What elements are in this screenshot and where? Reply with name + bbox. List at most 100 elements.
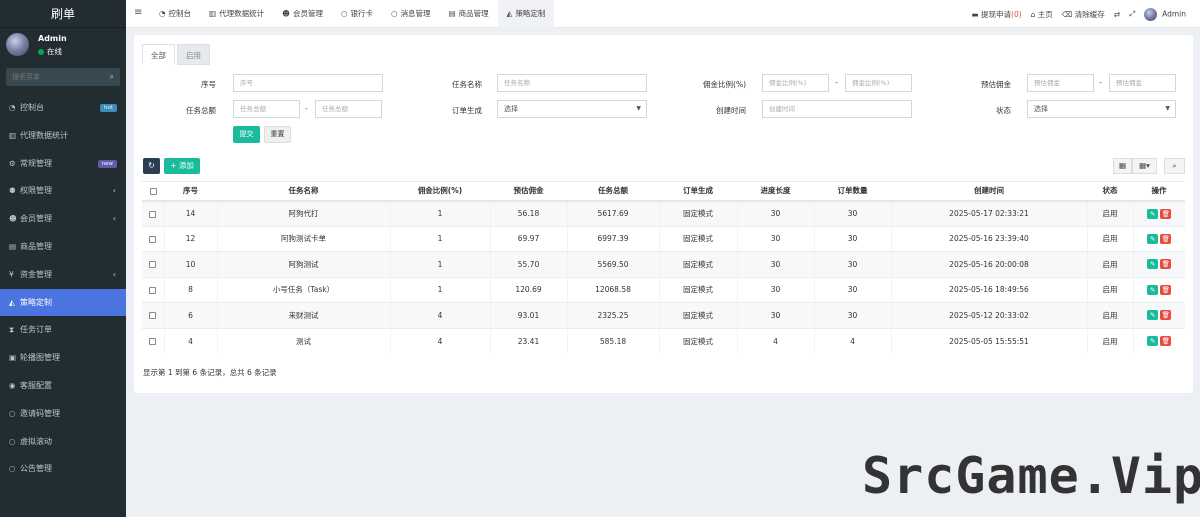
sidebar-item-task-orders[interactable]: ⧗ 任务订单 xyxy=(0,316,126,344)
status-select[interactable]: 选择 ▼ xyxy=(1027,100,1176,118)
cell-status[interactable]: 启用 xyxy=(1086,251,1133,277)
sidebar-item-virtual-scroll[interactable]: ○ 虚拟滚动 xyxy=(0,428,126,456)
col-created[interactable]: 创建时间 xyxy=(891,181,1087,202)
est-max-field[interactable]: 预估佣金 xyxy=(1109,74,1176,92)
col-task-name[interactable]: 任务名称 xyxy=(217,181,390,202)
row-checkbox[interactable] xyxy=(142,302,164,328)
cell-status[interactable]: 启用 xyxy=(1086,276,1133,303)
sidebar-item-support[interactable]: ◉ 客服配置 xyxy=(0,372,126,400)
tab-enabled[interactable]: 启用 xyxy=(177,44,210,65)
ratio-min-field[interactable]: 佣金比例(%) xyxy=(762,74,829,92)
avatar xyxy=(6,33,29,56)
table-header-row: 序号 任务名称 佣金比例(%) 预估佣金 任务总额 订单生成 进度长度 订单数量… xyxy=(142,181,1185,202)
col-ratio[interactable]: 佣金比例(%) xyxy=(390,181,490,202)
edit-button[interactable]: ✎ xyxy=(1147,310,1159,321)
delete-button[interactable]: 🗑 xyxy=(1160,284,1172,295)
select-all-checkbox[interactable] xyxy=(142,181,164,202)
delete-button[interactable]: 🗑 xyxy=(1160,208,1172,219)
tab-products[interactable]: ▤ 商品管理 xyxy=(440,0,498,28)
columns-toggle-button[interactable]: ▦▾ xyxy=(1132,158,1157,174)
home-link[interactable]: ⌂ 主页 xyxy=(1031,9,1053,20)
withdraw-count: (0) xyxy=(1011,9,1022,19)
edit-button[interactable]: ✎ xyxy=(1147,233,1159,244)
cell-ratio: 1 xyxy=(389,251,490,277)
table-search-button[interactable]: ⌕ xyxy=(1164,158,1185,174)
sidebar-item-products[interactable]: ▤ 商品管理 xyxy=(0,233,126,261)
tab-all[interactable]: 全部 xyxy=(142,44,175,65)
menu-toggle-icon[interactable]: ≡ xyxy=(134,7,142,18)
total-max-field[interactable]: 任务总额 xyxy=(315,100,382,118)
row-checkbox[interactable] xyxy=(142,225,164,252)
sidebar-item-funds[interactable]: ¥ 资金管理 ‹ xyxy=(0,261,126,289)
reset-button[interactable]: 重置 xyxy=(264,126,291,143)
total-min-field[interactable]: 任务总额 xyxy=(233,100,300,118)
tab-bank-cards[interactable]: ○ 银行卡 xyxy=(332,0,382,28)
user-menu[interactable]: Admin xyxy=(1144,7,1186,21)
clear-cache-link[interactable]: ⌫ 清除缓存 xyxy=(1062,9,1105,20)
sidebar-item-members[interactable]: ☻ 会员管理 ‹ xyxy=(0,205,126,233)
col-id[interactable]: 序号 xyxy=(164,181,217,202)
col-progress[interactable]: 进度长度 xyxy=(737,181,814,202)
row-checkbox[interactable] xyxy=(142,200,164,226)
col-order-gen[interactable]: 订单生成 xyxy=(659,181,737,202)
cell-status[interactable]: 启用 xyxy=(1086,225,1133,252)
est-min-field[interactable]: 预估佣金 xyxy=(1027,74,1094,92)
cell-mode[interactable]: 固定模式 xyxy=(658,225,737,252)
content-panel: 全部 启用 序号 序号 任务名称 任务名称 佣金比例(%) 佣金比例(%) - … xyxy=(134,35,1193,393)
sidebar-item-agent-stats[interactable]: ▥ 代理数据统计 xyxy=(0,122,126,150)
cell-status[interactable]: 启用 xyxy=(1086,327,1133,354)
table-view-button[interactable]: ▦ xyxy=(1113,158,1132,174)
created-field[interactable]: 创建时间 xyxy=(762,100,912,118)
delete-button[interactable]: 🗑 xyxy=(1160,259,1172,270)
row-checkbox[interactable] xyxy=(142,327,164,354)
order-gen-select[interactable]: 选择 ▼ xyxy=(497,100,647,118)
fullscreen-icon[interactable]: ⤢ xyxy=(1129,9,1135,19)
cell-mode[interactable]: 固定模式 xyxy=(658,200,737,226)
add-button[interactable]: + 添加 xyxy=(164,158,200,174)
sidebar-item-strategy[interactable]: ◭ 策略定制 xyxy=(0,288,126,317)
sidebar-item-carousel[interactable]: ▣ 轮播图管理 xyxy=(0,344,126,372)
delete-button[interactable]: 🗑 xyxy=(1160,310,1172,321)
row-checkbox[interactable] xyxy=(142,251,164,277)
col-status[interactable]: 状态 xyxy=(1087,181,1133,202)
search-icon[interactable]: ⌕ xyxy=(110,72,114,82)
refresh-button[interactable]: ↻ xyxy=(143,158,160,174)
tab-messages[interactable]: ○ 消息管理 xyxy=(382,0,440,28)
col-est-commission[interactable]: 预估佣金 xyxy=(490,181,567,202)
brand-logo[interactable]: 刷单 xyxy=(0,0,126,28)
col-task-total[interactable]: 任务总额 xyxy=(567,181,659,202)
cell-mode[interactable]: 固定模式 xyxy=(658,276,737,303)
sidebar-item-dashboard[interactable]: ◔ 控制台 hot xyxy=(0,94,126,122)
cell-status[interactable]: 启用 xyxy=(1086,200,1133,226)
edit-button[interactable]: ✎ xyxy=(1147,336,1159,346)
ratio-max-field[interactable]: 佣金比例(%) xyxy=(845,74,912,92)
cell-id: 8 xyxy=(163,276,217,303)
tab-agent-stats[interactable]: ▥ 代理数据统计 xyxy=(200,0,273,28)
edit-button[interactable]: ✎ xyxy=(1147,259,1159,270)
id-field[interactable]: 序号 xyxy=(233,74,383,92)
language-icon[interactable]: ⇄ xyxy=(1114,10,1120,19)
row-checkbox[interactable] xyxy=(142,276,164,303)
cell-mode[interactable]: 固定模式 xyxy=(658,251,737,277)
checkbox-icon xyxy=(149,312,157,320)
sidebar-item-invite-codes[interactable]: ○ 邀请码管理 xyxy=(0,400,126,428)
cell-mode[interactable]: 固定模式 xyxy=(658,302,737,328)
cell-status[interactable]: 启用 xyxy=(1086,302,1133,328)
edit-button[interactable]: ✎ xyxy=(1147,284,1159,295)
tab-members[interactable]: ☻ 会员管理 xyxy=(273,0,332,28)
tab-strategy[interactable]: ◭ 策略定制 xyxy=(497,0,555,28)
delete-button[interactable]: 🗑 xyxy=(1160,233,1172,244)
sidebar-item-general[interactable]: ⚙ 常规管理 new xyxy=(0,150,126,178)
sidebar-item-label: 虚拟滚动 xyxy=(20,436,52,446)
task-name-field[interactable]: 任务名称 xyxy=(497,74,647,92)
cell-mode[interactable]: 固定模式 xyxy=(658,327,737,354)
sidebar-item-announcements[interactable]: ○ 公告管理 xyxy=(0,455,126,483)
edit-button[interactable]: ✎ xyxy=(1147,208,1159,219)
submit-button[interactable]: 提交 xyxy=(233,126,260,143)
delete-button[interactable]: 🗑 xyxy=(1160,336,1172,346)
withdraw-requests-link[interactable]: ▬ 提现申请(0) xyxy=(972,9,1022,20)
sidebar-item-permissions[interactable]: ⚉ 权限管理 ‹ xyxy=(0,177,126,205)
col-order-count[interactable]: 订单数量 xyxy=(814,181,891,202)
menu-search-input[interactable] xyxy=(6,68,102,86)
tab-dashboard[interactable]: ◔ 控制台 xyxy=(150,0,200,28)
